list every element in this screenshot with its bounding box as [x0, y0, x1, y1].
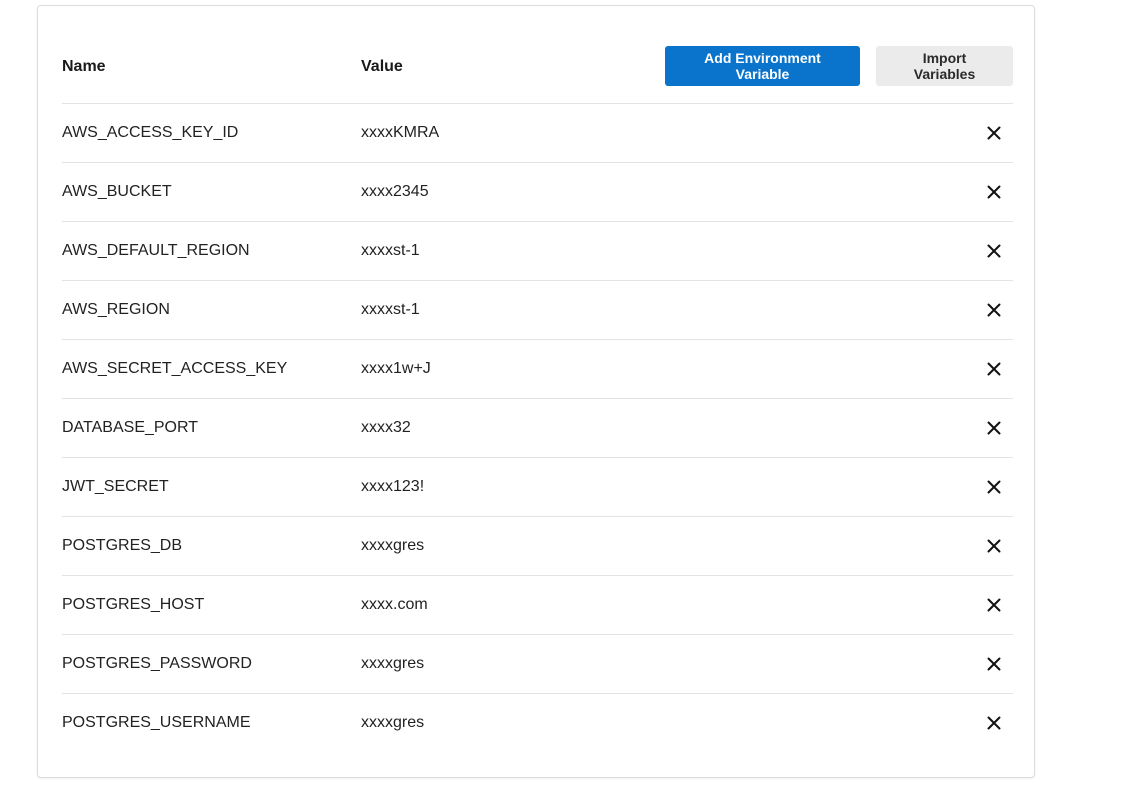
- close-icon: [987, 657, 1001, 671]
- variable-name: POSTGRES_PASSWORD: [62, 655, 252, 672]
- variable-value: xxxxgres: [361, 714, 425, 731]
- delete-variable-button[interactable]: [984, 477, 1004, 497]
- variable-name: JWT_SECRET: [62, 478, 169, 495]
- variable-value: xxxxKMRA: [361, 124, 440, 141]
- name-column-header: Name: [62, 58, 106, 75]
- close-icon: [987, 598, 1001, 612]
- delete-variable-button[interactable]: [984, 359, 1004, 379]
- close-icon: [987, 362, 1001, 376]
- import-variables-button[interactable]: Import Variables: [876, 46, 1013, 86]
- variable-value: xxxxgres: [361, 537, 425, 554]
- delete-variable-button[interactable]: [984, 654, 1004, 674]
- variable-name: POSTGRES_DB: [62, 537, 183, 554]
- delete-variable-button[interactable]: [984, 713, 1004, 733]
- table-row: AWS_SECRET_ACCESS_KEY xxxx1w+J: [62, 340, 1013, 399]
- close-icon: [987, 303, 1001, 317]
- variable-name: AWS_ACCESS_KEY_ID: [62, 124, 239, 141]
- variable-name: POSTGRES_USERNAME: [62, 714, 251, 731]
- variable-name: AWS_REGION: [62, 301, 170, 318]
- env-variables-panel: Name Value Add Environment Variable Impo…: [37, 5, 1035, 778]
- table-row: POSTGRES_USERNAME xxxxgres: [62, 694, 1013, 752]
- table-body: AWS_ACCESS_KEY_ID xxxxKMRA AWS_BUCKET xxxx2…: [62, 104, 1013, 752]
- value-column-header: Value: [361, 58, 403, 75]
- close-icon: [987, 244, 1001, 258]
- variable-name: DATABASE_PORT: [62, 419, 199, 436]
- table-row: AWS_DEFAULT_REGION xxxxst-1: [62, 222, 1013, 281]
- table-row: AWS_BUCKET xxxx2345: [62, 163, 1013, 222]
- variable-name: POSTGRES_HOST: [62, 596, 205, 613]
- variable-value: xxxx1w+J: [361, 360, 431, 377]
- variable-name: AWS_BUCKET: [62, 183, 172, 200]
- delete-variable-button[interactable]: [984, 536, 1004, 556]
- close-icon: [987, 126, 1001, 140]
- close-icon: [987, 185, 1001, 199]
- variable-value: xxxx32: [361, 419, 411, 436]
- variable-value: xxxx2345: [361, 183, 429, 200]
- delete-variable-button[interactable]: [984, 595, 1004, 615]
- variable-value: xxxxst-1: [361, 301, 420, 318]
- close-icon: [987, 716, 1001, 730]
- variable-value: xxxxst-1: [361, 242, 420, 259]
- table-row: AWS_ACCESS_KEY_ID xxxxKMRA: [62, 104, 1013, 163]
- close-icon: [987, 480, 1001, 494]
- variable-value: xxxx123!: [361, 478, 425, 495]
- add-environment-variable-button[interactable]: Add Environment Variable: [665, 46, 860, 86]
- delete-variable-button[interactable]: [984, 418, 1004, 438]
- close-icon: [987, 539, 1001, 553]
- close-icon: [987, 421, 1001, 435]
- variable-name: AWS_SECRET_ACCESS_KEY: [62, 360, 288, 377]
- table-row: POSTGRES_DB xxxxgres: [62, 517, 1013, 576]
- table-row: JWT_SECRET xxxx123!: [62, 458, 1013, 517]
- variable-value: xxxxgres: [361, 655, 425, 672]
- env-variables-table: Name Value Add Environment Variable Impo…: [62, 6, 1013, 752]
- table-row: POSTGRES_PASSWORD xxxxgres: [62, 635, 1013, 694]
- delete-variable-button[interactable]: [984, 241, 1004, 261]
- delete-variable-button[interactable]: [984, 123, 1004, 143]
- delete-variable-button[interactable]: [984, 300, 1004, 320]
- table-row: AWS_REGION xxxxst-1: [62, 281, 1013, 340]
- variable-value: xxxx.com: [361, 596, 428, 613]
- delete-variable-button[interactable]: [984, 182, 1004, 202]
- variable-name: AWS_DEFAULT_REGION: [62, 242, 250, 259]
- table-header: Name Value Add Environment Variable Impo…: [62, 6, 1013, 104]
- table-row: DATABASE_PORT xxxx32: [62, 399, 1013, 458]
- table-row: POSTGRES_HOST xxxx.com: [62, 576, 1013, 635]
